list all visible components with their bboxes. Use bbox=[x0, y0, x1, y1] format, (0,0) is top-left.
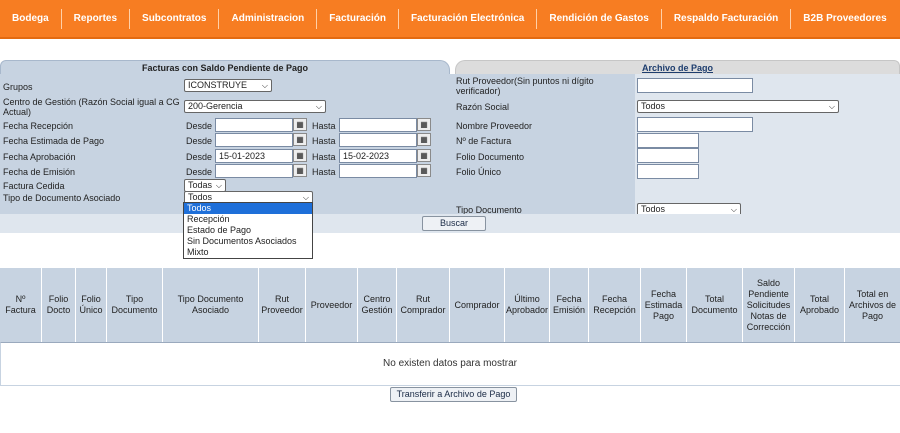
chevron-down-icon: ⌵ bbox=[315, 102, 322, 111]
col-centro-gestion[interactable]: Centro Gestión bbox=[358, 268, 397, 342]
nav-respaldo-facturacion[interactable]: Respaldo Facturación bbox=[662, 8, 792, 29]
rut-proveedor-label: Rut Proveedor(Sin puntos ni dígito verif… bbox=[456, 76, 594, 96]
tipo-documento-value: Todos bbox=[641, 204, 666, 214]
razon-social-label: Razón Social bbox=[456, 102, 510, 112]
desde-label: Desde bbox=[186, 136, 213, 146]
nav-subcontratos[interactable]: Subcontratos bbox=[130, 8, 220, 29]
buscar-button[interactable]: Buscar bbox=[422, 216, 486, 231]
empty-message: No existen datos para mostrar bbox=[383, 358, 517, 369]
tab-archivo-pago[interactable]: Archivo de Pago bbox=[455, 60, 900, 74]
col-total-archivos-pago[interactable]: Total en Archivos de Pago bbox=[845, 268, 900, 342]
fecha-emision-hasta-input[interactable] bbox=[339, 164, 417, 178]
fecha-estimada-label: Fecha Estimada de Pago bbox=[3, 136, 105, 146]
grupos-select[interactable]: ICONSTRUYE ⌵ bbox=[184, 79, 272, 92]
folio-unico-label: Folio Único bbox=[456, 167, 502, 177]
top-nav: Bodega Reportes Subcontratos Administrac… bbox=[0, 0, 900, 39]
nav-facturacion[interactable]: Facturación bbox=[317, 8, 399, 29]
hasta-label: Hasta bbox=[312, 121, 336, 131]
tipo-doc-asociado-value: Todos bbox=[188, 192, 213, 202]
dropdown-option-mixto[interactable]: Mixto bbox=[184, 247, 312, 258]
nav-facturacion-electronica[interactable]: Facturación Electrónica bbox=[399, 8, 538, 29]
col-tipo-doc-asociado[interactable]: Tipo Documento Asociado bbox=[163, 268, 259, 342]
desde-label: Desde bbox=[186, 152, 213, 162]
centro-gestion-select[interactable]: 200-Gerencia ⌵ bbox=[184, 100, 326, 113]
nombre-proveedor-label: Nombre Proveedor bbox=[456, 121, 533, 131]
col-total-documento[interactable]: Total Documento bbox=[687, 268, 743, 342]
numero-factura-input[interactable] bbox=[637, 133, 699, 148]
nav-administracion[interactable]: Administracion bbox=[219, 8, 318, 29]
calendar-icon[interactable]: ▦ bbox=[293, 149, 307, 162]
tipo-doc-asociado-dropdown: Todos Recepción Estado de Pago Sin Docum… bbox=[183, 202, 313, 259]
transferir-archivo-pago-button[interactable]: Transferir a Archivo de Pago bbox=[390, 387, 517, 402]
calendar-icon[interactable]: ▦ bbox=[417, 164, 431, 177]
fecha-recepcion-label: Fecha Recepción bbox=[3, 121, 74, 131]
calendar-icon[interactable]: ▦ bbox=[293, 133, 307, 146]
folio-documento-input[interactable] bbox=[637, 148, 699, 163]
fecha-recepcion-hasta-input[interactable] bbox=[339, 118, 417, 132]
chevron-down-icon: ⌵ bbox=[828, 102, 835, 111]
chevron-down-icon: ⌵ bbox=[261, 81, 268, 90]
col-rut-comprador[interactable]: Rut Comprador bbox=[397, 268, 450, 342]
col-saldo-pendiente[interactable]: Saldo Pendiente Solicitudes Notas de Cor… bbox=[743, 268, 795, 342]
col-fecha-emision[interactable]: Fecha Emisión bbox=[550, 268, 589, 342]
dropdown-option-recepcion[interactable]: Recepción bbox=[184, 214, 312, 225]
razon-social-value: Todos bbox=[641, 101, 666, 111]
hasta-label: Hasta bbox=[312, 136, 336, 146]
centro-gestion-value: 200-Gerencia bbox=[188, 101, 243, 111]
col-folio-docto[interactable]: Folio Docto bbox=[42, 268, 76, 342]
dropdown-option-todos[interactable]: Todos bbox=[184, 203, 312, 214]
fecha-estimada-desde-input[interactable] bbox=[215, 133, 293, 147]
razon-social-select[interactable]: Todos ⌵ bbox=[637, 100, 839, 113]
col-tipo-documento[interactable]: Tipo Documento bbox=[107, 268, 163, 342]
folio-documento-label: Folio Documento bbox=[456, 152, 525, 162]
numero-factura-label: Nº de Factura bbox=[456, 136, 512, 146]
dropdown-option-estado-pago[interactable]: Estado de Pago bbox=[184, 225, 312, 236]
hasta-label: Hasta bbox=[312, 152, 336, 162]
calendar-icon[interactable]: ▦ bbox=[293, 164, 307, 177]
fecha-aprobacion-label: Fecha Aprobación bbox=[3, 152, 76, 162]
fecha-emision-label: Fecha de Emisión bbox=[3, 167, 76, 177]
factura-cedida-value: Todas bbox=[188, 180, 213, 190]
desde-label: Desde bbox=[186, 121, 213, 131]
col-fecha-recepcion[interactable]: Fecha Recepción bbox=[589, 268, 641, 342]
folio-unico-input[interactable] bbox=[637, 164, 699, 179]
calendar-icon[interactable]: ▦ bbox=[417, 149, 431, 162]
col-fecha-estimada-pago[interactable]: Fecha Estimada Pago bbox=[641, 268, 687, 342]
nav-reportes[interactable]: Reportes bbox=[62, 8, 131, 29]
hasta-label: Hasta bbox=[312, 167, 336, 177]
grupos-value: ICONSTRUYE bbox=[188, 80, 248, 90]
results-table-header: Nº Factura Folio Docto Folio Único Tipo … bbox=[0, 268, 900, 342]
grupos-label: Grupos bbox=[3, 82, 33, 92]
centro-gestion-label: Centro de Gestión (Razón Social igual a … bbox=[3, 97, 180, 117]
col-n-factura[interactable]: Nº Factura bbox=[0, 268, 42, 342]
dropdown-option-sin-documentos[interactable]: Sin Documentos Asociados bbox=[184, 236, 312, 247]
tab-facturas-saldo[interactable]: Facturas con Saldo Pendiente de Pago bbox=[0, 60, 450, 74]
fecha-estimada-hasta-input[interactable] bbox=[339, 133, 417, 147]
col-comprador[interactable]: Comprador bbox=[450, 268, 505, 342]
tipo-doc-asociado-label: Tipo de Documento Asociado bbox=[3, 193, 121, 203]
rut-proveedor-input[interactable] bbox=[637, 78, 753, 93]
desde-label: Desde bbox=[186, 167, 213, 177]
col-rut-proveedor[interactable]: Rut Proveedor bbox=[259, 268, 306, 342]
fecha-aprobacion-desde-input[interactable]: 15-01-2023 bbox=[215, 149, 293, 163]
nav-bodega[interactable]: Bodega bbox=[0, 8, 62, 29]
col-proveedor[interactable]: Proveedor bbox=[306, 268, 358, 342]
calendar-icon[interactable]: ▦ bbox=[417, 118, 431, 131]
col-total-aprobado[interactable]: Total Aprobado bbox=[795, 268, 845, 342]
col-ultimo-aprobador[interactable]: Último Aprobador bbox=[505, 268, 550, 342]
col-folio-unico[interactable]: Folio Único bbox=[76, 268, 107, 342]
nav-rendicion-gastos[interactable]: Rendición de Gastos bbox=[537, 8, 662, 29]
chevron-down-icon: ⌵ bbox=[215, 181, 222, 190]
nav-b2b-proveedores[interactable]: B2B Proveedores bbox=[791, 9, 898, 29]
factura-cedida-label: Factura Cedida bbox=[3, 181, 65, 191]
calendar-icon[interactable]: ▦ bbox=[417, 133, 431, 146]
fecha-recepcion-desde-input[interactable] bbox=[215, 118, 293, 132]
calendar-icon[interactable]: ▦ bbox=[293, 118, 307, 131]
fecha-aprobacion-hasta-input[interactable]: 15-02-2023 bbox=[339, 149, 417, 163]
fecha-emision-desde-input[interactable] bbox=[215, 164, 293, 178]
nombre-proveedor-input[interactable] bbox=[637, 117, 753, 132]
